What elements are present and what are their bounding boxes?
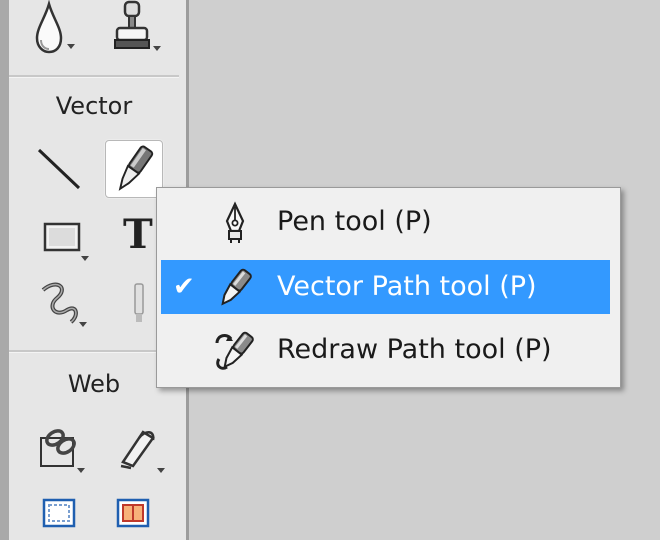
menu-item-pen-tool[interactable]: Pen tool (P) [161,195,610,249]
vector-path-brush-icon [213,266,257,310]
pen-nib-icon [213,201,257,245]
rubber-stamp-tool-button[interactable] [109,0,167,58]
hide-hotspots-button[interactable] [41,496,79,530]
menu-item-label: Pen tool (P) [277,206,432,237]
vector-pen-icon [118,145,154,191]
redraw-path-icon [213,329,257,373]
line-tool-button[interactable] [31,140,89,198]
water-drop-icon [35,0,75,54]
freeform-icon [41,282,87,327]
freeform-tool-button[interactable] [35,274,93,332]
vector-section-label: Vector [55,92,133,120]
show-slices-icon [116,498,150,528]
line-icon [37,148,81,190]
menu-item-vector-path-tool[interactable]: ✔ Vector Path tool (P) [161,260,610,314]
hotspot-icon [40,429,85,473]
web-section-label: Web [67,370,121,398]
text-tool-glyph: T [123,211,153,258]
window-edge [0,0,9,540]
stamp-icon [114,0,161,51]
section-divider [9,75,179,78]
section-divider [9,350,179,353]
menu-item-label: Redraw Path tool (P) [277,334,552,365]
hide-slices-icon [42,498,76,528]
checkmark-icon: ✔ [173,272,195,302]
slice-tool-button[interactable] [113,420,171,478]
show-hotspots-button[interactable] [115,496,153,530]
pen-tool-flyout-menu: Pen tool (P) ✔ Vector Path tool (P) Redr… [156,187,621,388]
rectangle-tool-button[interactable] [41,210,99,268]
menu-item-label: Vector Path tool (P) [277,271,537,302]
blur-tool-button[interactable] [27,0,85,58]
menu-item-redraw-path-tool[interactable]: Redraw Path tool (P) [161,323,610,377]
slice-icon [120,430,165,473]
hotspot-tool-button[interactable] [37,420,95,478]
pen-tool-button[interactable] [105,140,163,198]
rectangle-icon [43,222,89,261]
